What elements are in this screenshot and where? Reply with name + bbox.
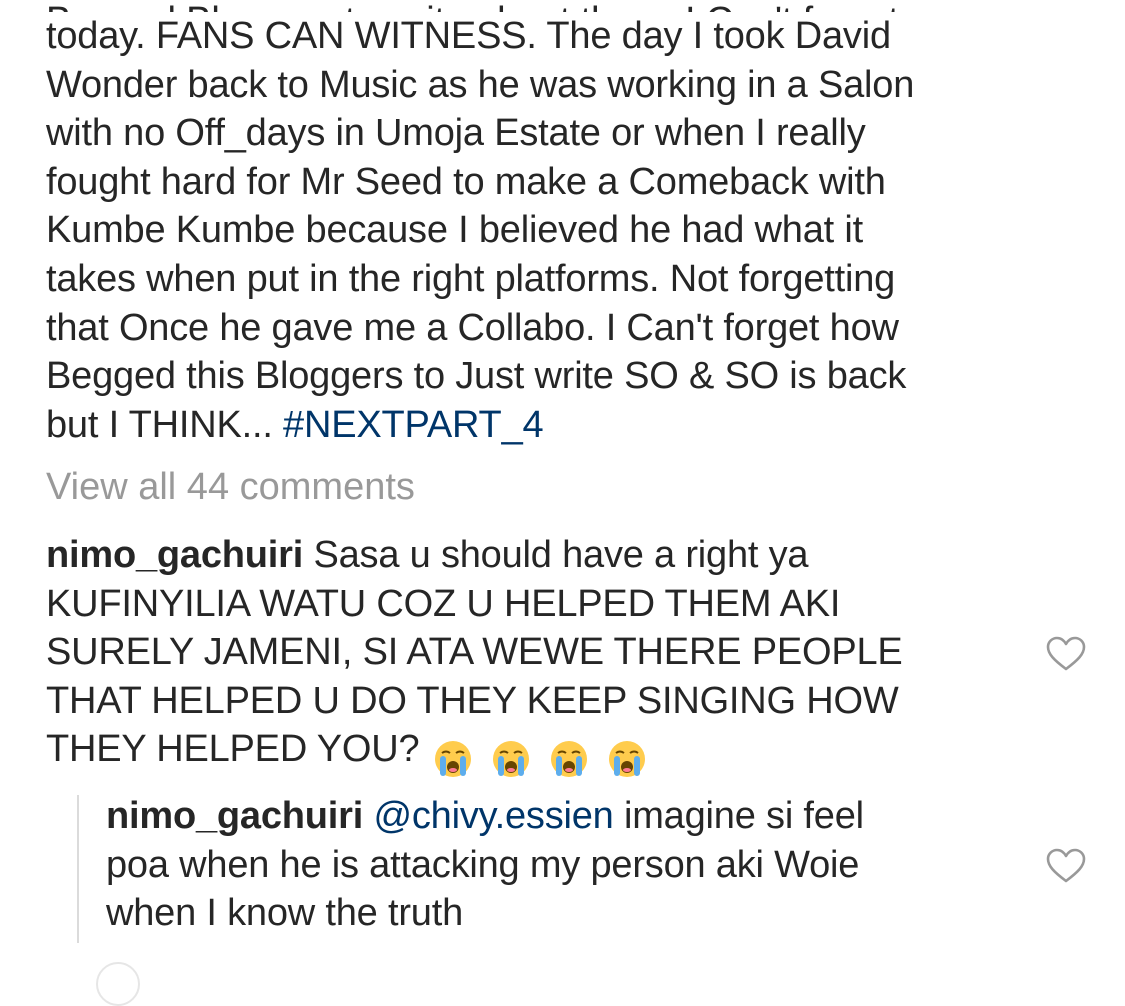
comment-text: imagine si feel <box>613 795 864 837</box>
comment-username[interactable]: nimo_gachuiri <box>106 795 363 837</box>
post-caption: Begged Bloggers to write about them. I C… <box>46 0 1086 449</box>
avatar <box>96 962 140 1006</box>
comment-text: THEY HELPED YOU? <box>46 728 420 770</box>
comment-last-line: THEY HELPED YOU? <box>46 725 1026 782</box>
caption-line: takes when put in the right platforms. N… <box>46 257 896 300</box>
crying-face-emoji-icon <box>435 740 472 777</box>
mention-link[interactable]: @chivy.essien <box>373 795 613 837</box>
comment-line: SURELY JAMENI, SI ATA WEWE THERE PEOPLE <box>46 631 903 673</box>
view-all-comments-link[interactable]: View all 44 comments <box>46 464 415 510</box>
crying-face-emoji-icon <box>493 740 530 777</box>
comment-line: poa when he is attacking my person aki W… <box>106 843 860 886</box>
comment-line: KUFINYILIA WATU COZ U HELPED THEM AKI <box>46 582 841 625</box>
caption-last-line: but I THINK... #NEXTPART_4 <box>46 401 1086 450</box>
comment-line: THAT HELPED U DO THEY KEEP SINGING HOW <box>46 679 899 722</box>
caption-line: Wonder back to Music as he was working i… <box>46 63 915 106</box>
caption-line: fought hard for Mr Seed to make a Comeba… <box>46 160 886 203</box>
comment-text: Sasa u should have a right ya <box>303 534 809 576</box>
comment-first-line: nimo_gachuiri @chivy.essien imagine si f… <box>106 792 1026 841</box>
comment-line: when I know the truth <box>106 892 464 934</box>
emoji-row <box>433 733 665 782</box>
caption-line: today. FANS CAN WITNESS. The day I took … <box>46 15 891 57</box>
comment-first-line: nimo_gachuiri Sasa u should have a right… <box>46 531 1026 580</box>
hashtag-link[interactable]: #NEXTPART_4 <box>283 404 544 446</box>
comment: nimo_gachuiri Sasa u should have a right… <box>46 531 1026 782</box>
caption-line: Begged this Bloggers to Just write SO & … <box>46 355 907 398</box>
crying-face-emoji-icon <box>551 740 588 777</box>
caption-cut-off-line: Begged Bloggers to write about them. I C… <box>46 0 1086 12</box>
heart-outline-icon[interactable] <box>1046 848 1086 884</box>
reply-comment: nimo_gachuiri @chivy.essien imagine si f… <box>106 792 1026 938</box>
caption-text: but I THINK... <box>46 403 284 446</box>
caption-line: with no Off_days in Umoja Estate or when… <box>46 112 866 155</box>
caption-line: that Once he gave me a Collabo. I Can't … <box>46 306 899 349</box>
caption-line: Kumbe Kumbe because I believed he had wh… <box>46 209 863 252</box>
crying-face-emoji-icon <box>609 740 646 777</box>
reply-thread-divider <box>77 795 79 943</box>
heart-outline-icon[interactable] <box>1046 636 1086 672</box>
comment-username[interactable]: nimo_gachuiri <box>46 534 303 576</box>
